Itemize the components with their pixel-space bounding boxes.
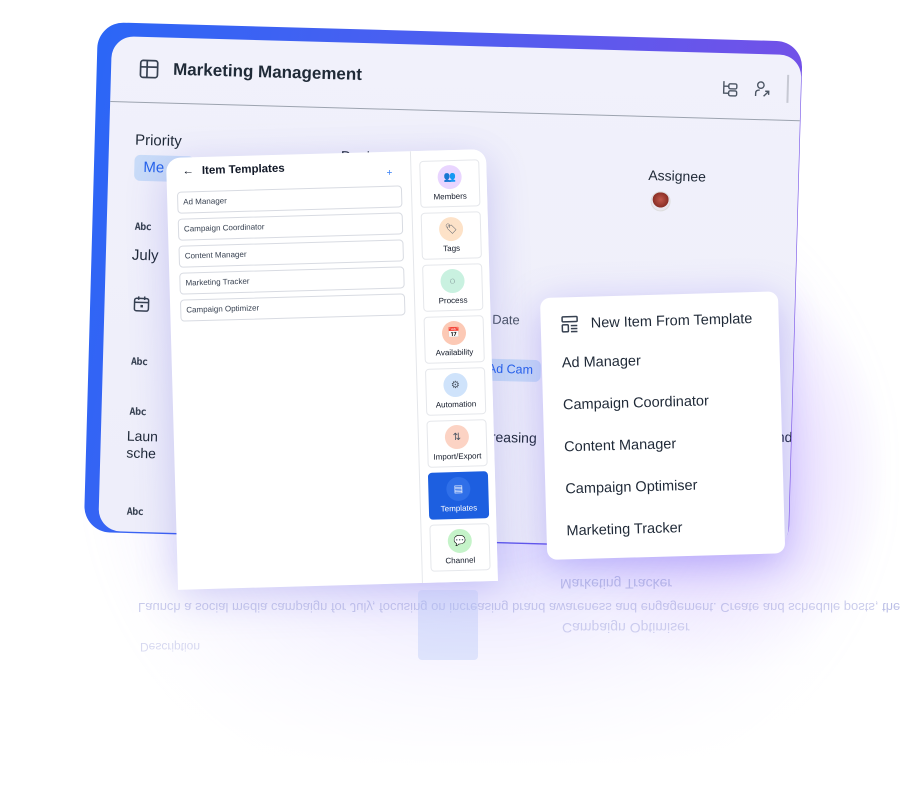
members-icon: 👥 xyxy=(437,164,462,190)
import-export-icon: ⇅ xyxy=(444,424,470,450)
header-divider xyxy=(786,74,789,103)
sidebar-button-label: Automation xyxy=(435,399,477,410)
template-item[interactable]: Campaign Coordinator xyxy=(177,212,404,241)
calendar-icon xyxy=(133,296,150,312)
menu-header-label: New Item From Template xyxy=(590,311,753,332)
menu-header: New Item From Template xyxy=(560,310,753,333)
templates-icon: ▤ xyxy=(446,476,471,502)
start-date-value: July xyxy=(131,246,159,265)
sidebar-button-label: Process xyxy=(438,295,468,306)
window-title: Marketing Management xyxy=(172,59,363,84)
sidebar-button-tags[interactable]: 🏷 Tags xyxy=(420,211,482,260)
automation-icon: ⚙ xyxy=(443,372,468,398)
text-type-icon: Abc xyxy=(130,356,148,369)
template-icon xyxy=(561,315,578,333)
description-line1-left: Laun xyxy=(126,427,159,445)
assignee-avatar[interactable] xyxy=(650,191,671,212)
sidebar-button-templates[interactable]: ▤ Templates xyxy=(427,471,490,520)
template-item[interactable]: Campaign Optimizer xyxy=(179,293,406,322)
template-list: Ad Manager Campaign Coordinator Content … xyxy=(176,185,406,326)
sidebar-button-availability[interactable]: 📅 Availability xyxy=(423,315,485,364)
sidebar-button-label: Members xyxy=(433,191,467,202)
priority-label: Priority xyxy=(134,131,182,150)
add-template-button[interactable]: + xyxy=(386,168,392,179)
menu-item[interactable]: Content Manager xyxy=(564,436,676,455)
priority-value: Me xyxy=(143,158,165,177)
menu-item[interactable]: Campaign Optimiser xyxy=(565,478,698,498)
text-type-icon: Abc xyxy=(129,406,147,419)
sidebar-button-import-export[interactable]: ⇅ Import/Export xyxy=(426,419,488,468)
text-type-icon: Abc xyxy=(126,506,144,519)
menu-item[interactable]: Ad Manager xyxy=(562,353,641,371)
templates-sidebar: 👥 Members 🏷 Tags ◌ Process 📅 Availability ⚙ Autom… xyxy=(409,149,498,584)
sidebar-button-members[interactable]: 👥 Members xyxy=(419,159,481,208)
process-icon: ◌ xyxy=(440,268,465,294)
sidebar-button-process[interactable]: ◌ Process xyxy=(422,263,484,312)
templates-panel-header: ← Item Templates xyxy=(182,163,285,178)
description-line2-left: sche xyxy=(126,444,157,462)
sidebar-button-label: Availability xyxy=(435,347,474,358)
template-item[interactable]: Marketing Tracker xyxy=(179,266,405,295)
availability-icon: 📅 xyxy=(441,320,467,346)
menu-item[interactable]: Marketing Tracker xyxy=(566,520,682,539)
channel-icon: 💬 xyxy=(447,528,473,554)
template-item[interactable]: Ad Manager xyxy=(176,185,403,214)
sidebar-button-automation[interactable]: ⚙ Automation xyxy=(424,367,487,416)
text-type-icon: Abc xyxy=(134,221,152,234)
hierarchy-icon[interactable] xyxy=(721,79,739,97)
assign-user-icon[interactable] xyxy=(753,80,771,98)
sidebar-button-label: Tags xyxy=(443,243,461,254)
tag-icon: 🏷 xyxy=(438,216,464,242)
templates-panel-title: Item Templates xyxy=(201,162,285,178)
reflection-fade xyxy=(60,560,880,789)
item-templates-panel: ← Item Templates + Ad Manager Campaign Co… xyxy=(166,149,498,590)
sidebar-button-label: Templates xyxy=(440,503,478,514)
layout-icon xyxy=(139,59,159,79)
assignee-label: Assignee xyxy=(648,167,707,185)
back-arrow-icon[interactable]: ← xyxy=(182,165,194,177)
template-item[interactable]: Content Manager xyxy=(178,239,404,268)
new-item-from-template-menu: New Item From Template Ad Manager Campai… xyxy=(540,291,786,560)
menu-item[interactable]: Campaign Coordinator xyxy=(563,393,709,413)
sidebar-button-label: Import/Export xyxy=(433,451,482,462)
